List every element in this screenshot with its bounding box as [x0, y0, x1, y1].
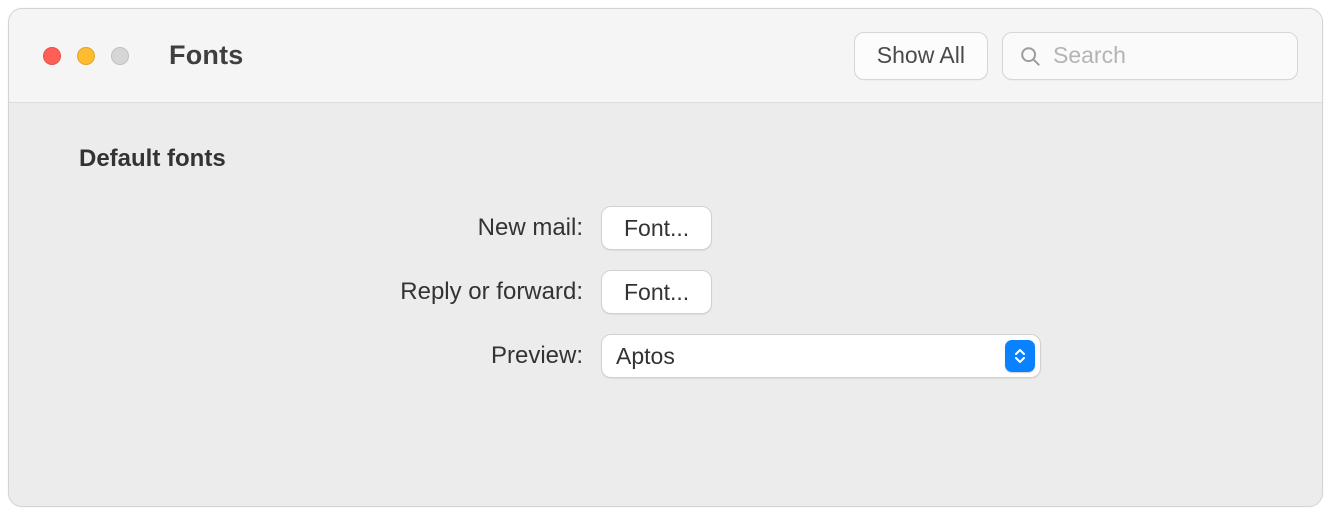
show-all-label: Show All	[877, 42, 965, 69]
chevron-down-icon	[1015, 357, 1025, 363]
label-new-mail: New mail:	[79, 214, 601, 242]
preview-font-value: Aptos	[616, 343, 1026, 370]
row-preview: Preview: Aptos	[79, 333, 1252, 379]
new-mail-font-button[interactable]: Font...	[601, 206, 712, 250]
row-new-mail: New mail: Font...	[79, 205, 1252, 251]
search-field[interactable]	[1002, 32, 1298, 80]
minimize-window-button[interactable]	[77, 47, 95, 65]
search-input[interactable]	[1053, 42, 1323, 69]
chevron-up-icon	[1015, 349, 1025, 355]
zoom-window-button-disabled	[111, 47, 129, 65]
toolbar-right: Show All	[854, 32, 1298, 80]
font-button-label: Font...	[624, 279, 689, 306]
label-reply-forward: Reply or forward:	[79, 278, 601, 306]
window-title: Fonts	[169, 40, 244, 71]
label-preview: Preview:	[79, 342, 601, 370]
reply-forward-font-button[interactable]: Font...	[601, 270, 712, 314]
select-stepper-icon	[1005, 340, 1035, 372]
show-all-button[interactable]: Show All	[854, 32, 988, 80]
row-reply-forward: Reply or forward: Font...	[79, 269, 1252, 315]
font-button-label: Font...	[624, 215, 689, 242]
content-area: Default fonts New mail: Font... Reply or…	[9, 103, 1322, 506]
search-icon	[1019, 45, 1041, 67]
preview-font-select[interactable]: Aptos	[601, 334, 1041, 378]
form-rows: New mail: Font... Reply or forward: Font…	[79, 205, 1252, 379]
titlebar: Fonts Show All	[9, 9, 1322, 103]
preferences-window: Fonts Show All Default fonts New mail: F…	[8, 8, 1323, 507]
section-heading-default-fonts: Default fonts	[79, 145, 1252, 173]
close-window-button[interactable]	[43, 47, 61, 65]
traffic-lights	[43, 47, 129, 65]
